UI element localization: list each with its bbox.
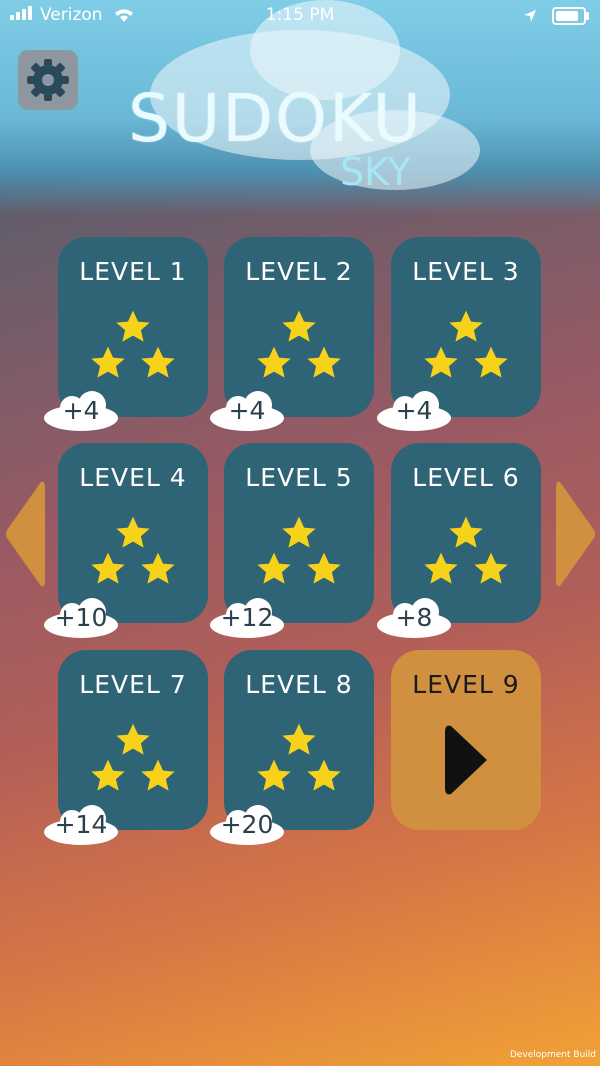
game-subtitle: SKY <box>340 150 411 194</box>
right-arrow-icon <box>556 481 595 587</box>
level-stars <box>224 720 374 800</box>
level-tile-7[interactable]: LEVEL 7 <box>58 650 208 830</box>
level-tile-6[interactable]: LEVEL 6 <box>391 443 541 623</box>
level-stars <box>58 720 208 800</box>
level-label: LEVEL 5 <box>245 463 353 492</box>
build-label: Development Build <box>509 1050 596 1060</box>
level-tile-5[interactable]: LEVEL 5 <box>224 443 374 623</box>
star-icon <box>307 759 341 791</box>
bonus-badge: +14 <box>42 804 120 846</box>
star-icon <box>449 516 483 548</box>
star-icon <box>116 723 150 755</box>
star-icon <box>91 759 125 791</box>
level-label: LEVEL 2 <box>245 257 353 286</box>
level-stars <box>224 307 374 387</box>
level-stars <box>58 513 208 593</box>
level-stars <box>58 307 208 387</box>
location-icon <box>523 10 536 22</box>
bonus-badge: +4 <box>42 390 120 432</box>
star-icon <box>141 759 175 791</box>
star-icon <box>91 346 125 378</box>
star-icon <box>257 346 291 378</box>
star-icon <box>307 552 341 584</box>
level-tile-4[interactable]: LEVEL 4 <box>58 443 208 623</box>
star-icon <box>91 552 125 584</box>
bonus-badge: +4 <box>375 390 453 432</box>
game-title: SUDOKU <box>128 80 423 157</box>
play-icon <box>445 725 487 795</box>
level-label: LEVEL 6 <box>412 463 520 492</box>
star-icon <box>474 552 508 584</box>
battery-icon <box>552 7 589 25</box>
bonus-badge: +20 <box>208 804 286 846</box>
star-icon <box>424 552 458 584</box>
star-icon <box>116 310 150 342</box>
level-stars <box>391 307 541 387</box>
gear-icon <box>27 59 69 101</box>
bonus-badge: +10 <box>42 597 120 639</box>
level-label: LEVEL 7 <box>79 670 187 699</box>
bonus-badge: +8 <box>375 597 453 639</box>
star-icon <box>307 346 341 378</box>
prev-page-button[interactable] <box>5 480 45 592</box>
level-tile-8[interactable]: LEVEL 8 <box>224 650 374 830</box>
star-icon <box>116 516 150 548</box>
star-icon <box>257 552 291 584</box>
status-time: 1:15 PM <box>265 5 335 25</box>
level-label: LEVEL 4 <box>79 463 187 492</box>
level-stars <box>391 513 541 593</box>
star-icon <box>282 516 316 548</box>
star-icon <box>141 552 175 584</box>
star-icon <box>257 759 291 791</box>
level-tile-9[interactable]: LEVEL 9 <box>391 650 541 830</box>
level-label: LEVEL 1 <box>79 257 187 286</box>
bonus-badge: +4 <box>208 390 286 432</box>
status-bar: Verizon 1:15 PM <box>0 0 600 30</box>
status-right <box>523 6 589 26</box>
next-page-button[interactable] <box>556 480 596 592</box>
settings-button[interactable] <box>18 50 78 110</box>
bonus-badge: +12 <box>208 597 286 639</box>
level-stars <box>224 513 374 593</box>
level-label: LEVEL 3 <box>412 257 520 286</box>
star-icon <box>424 346 458 378</box>
star-icon <box>449 310 483 342</box>
star-icon <box>282 310 316 342</box>
left-arrow-icon <box>6 481 45 587</box>
star-icon <box>141 346 175 378</box>
level-label: LEVEL 8 <box>245 670 353 699</box>
star-icon <box>474 346 508 378</box>
star-icon <box>282 723 316 755</box>
level-label: LEVEL 9 <box>412 670 520 699</box>
